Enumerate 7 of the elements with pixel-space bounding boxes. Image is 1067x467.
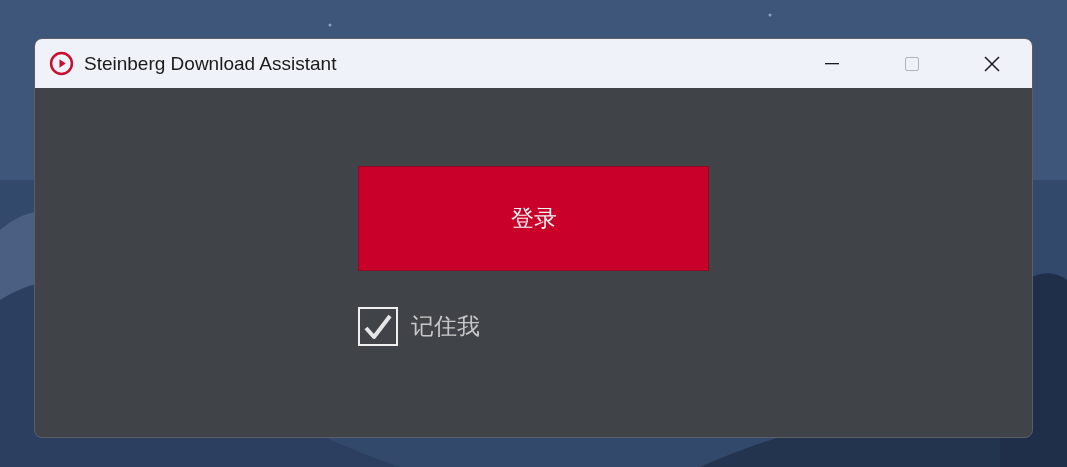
play-icon [49,51,74,76]
close-icon[interactable] [984,55,1000,72]
minimize-icon[interactable] [825,62,839,65]
login-button[interactable]: 登录 [358,166,709,271]
window-title: Steinberg Download Assistant [84,52,338,75]
checkbox-label: 记住我 [411,312,480,341]
checkbox[interactable] [358,307,398,346]
